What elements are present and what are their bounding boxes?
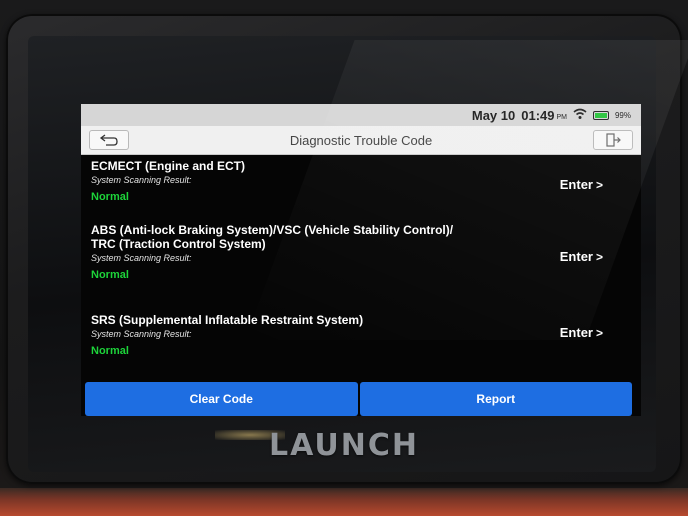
wifi-icon [573, 108, 587, 123]
brand-logo: LAUNCH [268, 428, 419, 463]
page-title: Diagnostic Trouble Code [289, 132, 433, 148]
result-status: Normal [91, 269, 129, 281]
chevron-right-icon: > [595, 325, 603, 340]
device-rubber-edge [0, 488, 688, 516]
enter-button[interactable]: Enter > [560, 249, 603, 264]
status-bar: May 10 01:49 PM 99% [81, 104, 641, 126]
result-label: System Scanning Result: [91, 175, 192, 185]
system-name: ECMECT (Engine and ECT) [91, 159, 245, 173]
exit-button[interactable] [592, 130, 633, 150]
status-ampm: PM [556, 113, 567, 121]
battery-icon [592, 110, 609, 120]
system-name: ABS (Anti-lock Braking System)/VSC (Vehi… [91, 223, 454, 251]
result-status: Normal [91, 191, 129, 203]
system-row[interactable]: SRS (Supplemental Inflatable Restraint S… [91, 309, 641, 369]
action-bar: Clear Code Report [85, 382, 632, 416]
report-button[interactable]: Report [359, 382, 632, 416]
system-row[interactable]: ABS (Anti-lock Braking System)/VSC (Vehi… [91, 219, 641, 309]
system-row[interactable]: ECMECT (Engine and ECT) System Scanning … [91, 155, 641, 219]
result-label: System Scanning Result: [91, 329, 192, 339]
result-label: System Scanning Result: [91, 253, 192, 263]
exit-icon [606, 133, 621, 147]
result-status: Normal [91, 345, 129, 357]
system-list: ECMECT (Engine and ECT) System Scanning … [81, 155, 641, 369]
system-name: SRS (Supplemental Inflatable Restraint S… [91, 313, 364, 327]
status-time: 01:49 [521, 107, 555, 123]
chevron-right-icon: > [595, 249, 603, 264]
clear-code-button[interactable]: Clear Code [85, 382, 358, 416]
diagnostic-app-window: May 10 01:49 PM 99% Diagnostic Trouble C… [81, 104, 641, 416]
chevron-right-icon: > [595, 177, 603, 192]
back-button[interactable] [89, 130, 129, 150]
title-bar: Diagnostic Trouble Code [81, 126, 641, 155]
back-arrow-icon [99, 134, 118, 146]
battery-percent: 99% [614, 110, 631, 120]
enter-button[interactable]: Enter > [560, 177, 603, 192]
enter-label: Enter [559, 177, 593, 192]
enter-button[interactable]: Enter > [560, 325, 603, 340]
enter-label: Enter [559, 325, 593, 340]
status-date: May 10 [471, 107, 516, 123]
enter-label: Enter [559, 249, 593, 264]
